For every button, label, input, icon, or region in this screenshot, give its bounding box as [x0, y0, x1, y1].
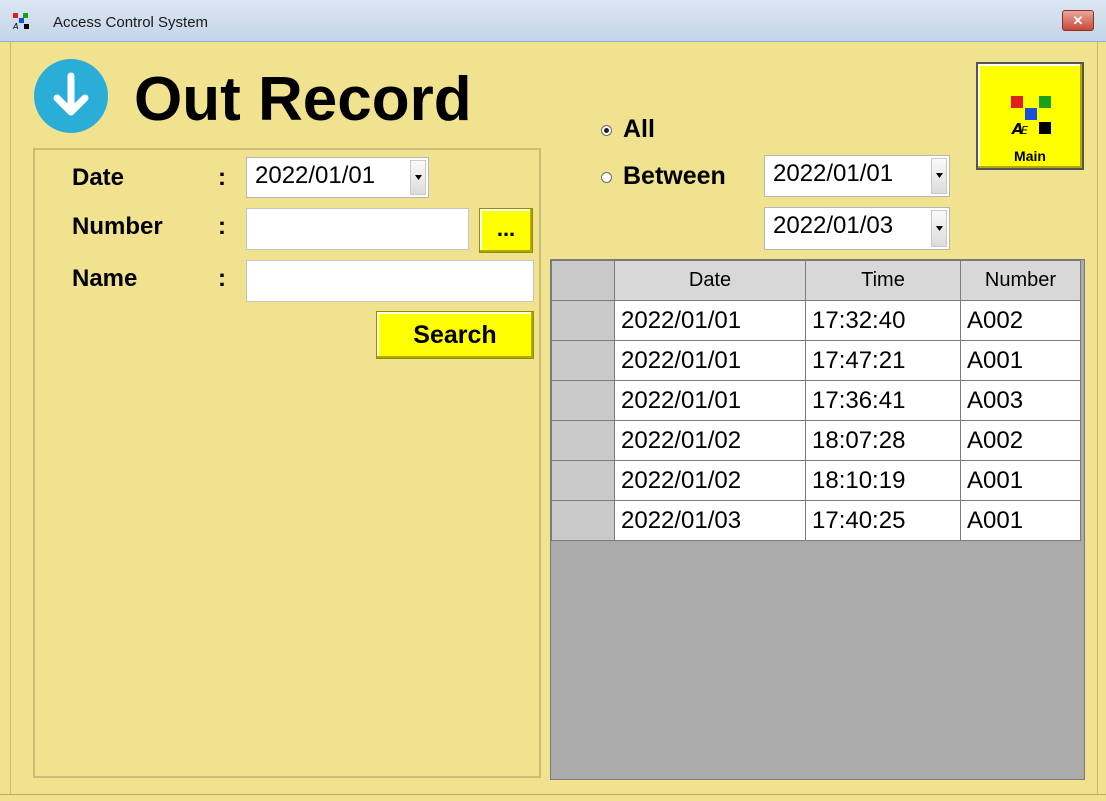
cell-time[interactable]: 17:32:40: [805, 300, 961, 341]
records-table: Date Time Number 2022/01/01 17:32:40 A00…: [551, 260, 1081, 541]
cell-number[interactable]: A002: [960, 300, 1081, 341]
cell-time[interactable]: 18:10:19: [805, 460, 961, 501]
row-selector[interactable]: [551, 460, 615, 501]
all-radio[interactable]: [601, 125, 612, 136]
browse-number-button[interactable]: ...: [479, 208, 533, 253]
browse-number-label: ...: [496, 216, 516, 241]
main-button-label: Main: [1014, 148, 1046, 164]
cell-time[interactable]: 17:36:41: [805, 380, 961, 421]
between-to-select[interactable]: 2022/01/03: [764, 207, 950, 250]
cell-date[interactable]: 2022/01/02: [614, 460, 806, 501]
close-icon: ✕: [1072, 13, 1084, 28]
cell-date[interactable]: 2022/01/01: [614, 340, 806, 381]
window-titlebar: A Access Control System ✕: [0, 0, 1106, 42]
app-icon: A: [12, 13, 29, 30]
row-selector[interactable]: [551, 500, 615, 541]
date-select[interactable]: 2022/01/01: [246, 157, 429, 198]
cell-time[interactable]: 17:40:25: [805, 500, 961, 541]
svg-text:A: A: [12, 22, 18, 30]
chevron-down-icon[interactable]: [410, 160, 426, 195]
number-colon: :: [218, 213, 226, 240]
column-header-time[interactable]: Time: [805, 260, 961, 301]
number-label: Number: [72, 213, 163, 240]
cell-number[interactable]: A001: [960, 340, 1081, 381]
date-label: Date: [72, 164, 125, 191]
cell-number[interactable]: A002: [960, 420, 1081, 461]
cell-number[interactable]: A003: [960, 380, 1081, 421]
column-header-number[interactable]: Number: [960, 260, 1081, 301]
cell-date[interactable]: 2022/01/03: [614, 500, 806, 541]
search-button[interactable]: Search: [376, 311, 534, 359]
name-input[interactable]: [246, 260, 534, 302]
search-button-label: Search: [413, 321, 497, 349]
name-colon: :: [218, 265, 226, 292]
row-selector[interactable]: [551, 380, 615, 421]
number-input[interactable]: [246, 208, 469, 250]
between-radio[interactable]: [601, 172, 612, 183]
table-row[interactable]: 2022/01/01 17:47:21 A001: [551, 340, 1081, 381]
cell-time[interactable]: 18:07:28: [805, 420, 961, 461]
row-selector[interactable]: [551, 420, 615, 461]
table-row[interactable]: 2022/01/03 17:40:25 A001: [551, 500, 1081, 541]
cell-number[interactable]: A001: [960, 460, 1081, 501]
column-header-date[interactable]: Date: [614, 260, 806, 301]
row-selector[interactable]: [551, 300, 615, 341]
cell-date[interactable]: 2022/01/01: [614, 300, 806, 341]
cell-time[interactable]: 17:47:21: [805, 340, 961, 381]
main-button[interactable]: A E Main: [976, 62, 1084, 170]
cell-date[interactable]: 2022/01/02: [614, 420, 806, 461]
table-row[interactable]: 2022/01/02 18:07:28 A002: [551, 420, 1081, 461]
main-logo-icon: A E: [1011, 96, 1051, 136]
name-label: Name: [72, 265, 138, 292]
between-radio-label[interactable]: Between: [623, 162, 726, 191]
chevron-down-icon[interactable]: [931, 158, 947, 194]
close-button[interactable]: ✕: [1062, 10, 1094, 31]
table-row[interactable]: 2022/01/02 18:10:19 A001: [551, 460, 1081, 501]
window-title: Access Control System: [53, 14, 209, 31]
table-row[interactable]: 2022/01/01 17:36:41 A003: [551, 380, 1081, 421]
between-to-value: 2022/01/03: [773, 212, 894, 239]
between-from-value: 2022/01/01: [773, 160, 894, 187]
date-select-value: 2022/01/01: [255, 162, 376, 189]
date-colon: :: [218, 164, 226, 191]
row-selector[interactable]: [551, 340, 615, 381]
page-title: Out Record: [134, 65, 472, 134]
svg-text:E: E: [1021, 124, 1028, 136]
row-header-corner[interactable]: [551, 260, 615, 301]
all-radio-label[interactable]: All: [623, 115, 655, 144]
between-from-select[interactable]: 2022/01/01: [764, 155, 950, 197]
cell-number[interactable]: A001: [960, 500, 1081, 541]
table-header-row: Date Time Number: [551, 260, 1081, 301]
table-row[interactable]: 2022/01/01 17:32:40 A002: [551, 300, 1081, 341]
chevron-down-icon[interactable]: [931, 210, 947, 247]
cell-date[interactable]: 2022/01/01: [614, 380, 806, 421]
records-grid[interactable]: Date Time Number 2022/01/01 17:32:40 A00…: [550, 259, 1085, 780]
arrow-down-circle-icon: [34, 59, 108, 133]
